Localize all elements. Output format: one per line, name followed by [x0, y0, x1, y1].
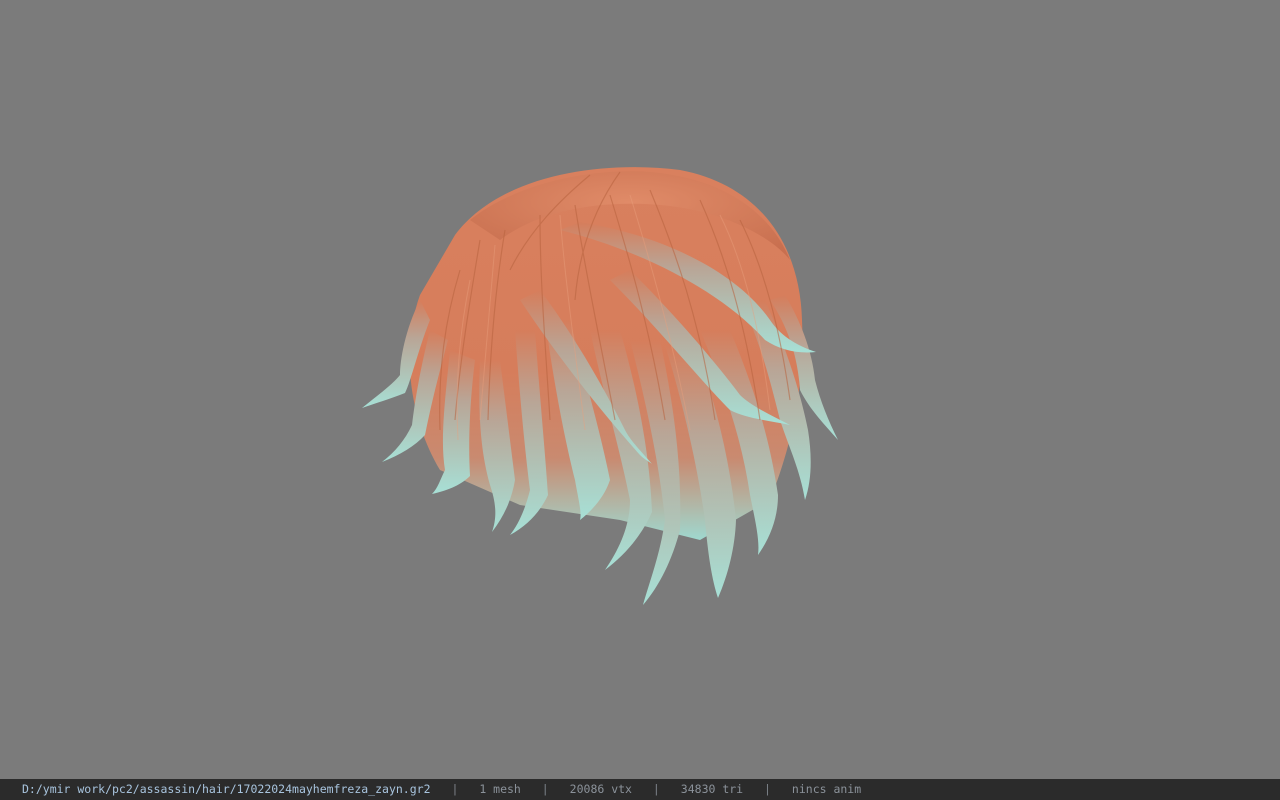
file-path: D:/ymir work/pc2/assassin/hair/17022024m… — [22, 782, 431, 796]
triangle-count: 34830 tri — [680, 782, 744, 796]
3d-viewport[interactable] — [0, 0, 1280, 779]
vertex-count: 20086 vtx — [569, 782, 632, 796]
hair-model-render[interactable] — [0, 0, 1280, 779]
mesh-count: 1 mesh — [479, 782, 521, 796]
separator: | — [541, 782, 549, 796]
separator: | — [652, 782, 660, 796]
animation-status: nincs anim — [791, 782, 862, 796]
separator: | — [764, 782, 771, 796]
separator: | — [451, 782, 459, 796]
status-bar: D:/ymir work/pc2/assassin/hair/17022024m… — [0, 779, 1280, 800]
